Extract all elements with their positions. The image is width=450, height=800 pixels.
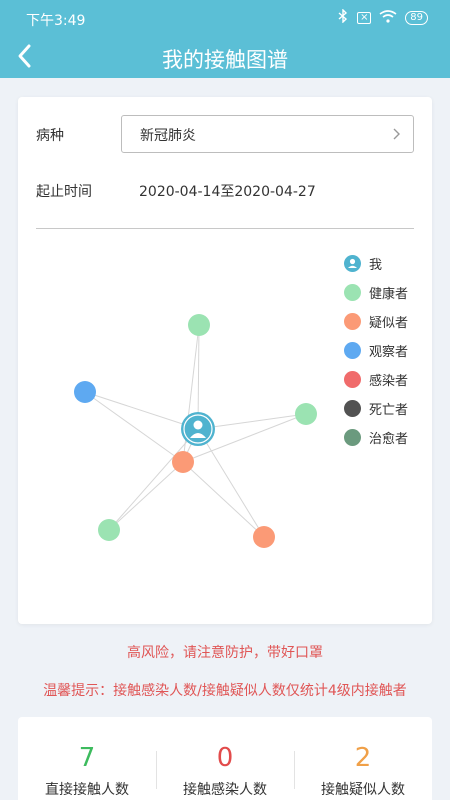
legend-item: 疑似者	[344, 307, 408, 336]
graph-node[interactable]	[253, 526, 275, 548]
legend-label: 治愈者	[369, 432, 409, 447]
legend-item: 健康者	[344, 278, 408, 307]
battery-icon: 89	[405, 10, 428, 25]
graph-node[interactable]	[188, 314, 210, 336]
legend-dot-icon	[344, 400, 361, 417]
risk-warning: 高风险，请注意防护，带好口罩	[127, 645, 323, 661]
stat-label: 直接接触人数	[45, 782, 129, 798]
graph-node[interactable]	[98, 519, 120, 541]
stats-panel: 7 直接接触人数 0 接触感染人数 2 接触疑似人数	[18, 717, 432, 800]
graph-node[interactable]	[74, 381, 96, 403]
status-icons: × 89	[337, 8, 428, 26]
graph-edge	[197, 428, 265, 538]
legend-dot-icon	[344, 342, 361, 359]
stat-suspected-contacts: 2 接触疑似人数	[294, 717, 432, 799]
legend-dot-icon	[344, 313, 361, 330]
stat-direct-contacts: 7 直接接触人数	[18, 717, 156, 799]
legend-item: 我	[344, 249, 408, 278]
graph-node[interactable]	[172, 451, 194, 473]
page-title: 我的接触图谱	[162, 48, 288, 72]
bluetooth-icon	[337, 8, 349, 26]
legend-dot-icon	[344, 429, 361, 446]
legend-item: 死亡者	[344, 394, 408, 423]
legend-dot-icon	[344, 371, 361, 388]
status-bar: 下午3:49 × 89	[0, 0, 450, 38]
status-time: 下午3:49	[26, 13, 86, 29]
no-sim-icon: ×	[357, 11, 372, 24]
graph-node[interactable]	[295, 403, 317, 425]
stat-label: 接触疑似人数	[321, 782, 405, 798]
legend-label: 观察者	[369, 345, 409, 360]
legend-user-icon	[344, 255, 361, 272]
stat-label: 接触感染人数	[183, 782, 267, 798]
graph-edge	[182, 461, 265, 538]
legend-label: 死亡者	[369, 403, 409, 418]
contact-graph-card: 病种 新冠肺炎 起止时间 2020-04-14至2020-04-27 我健康者疑…	[18, 97, 432, 624]
legend-dot-icon	[344, 284, 361, 301]
graph-legend: 我健康者疑似者观察者感染者死亡者治愈者	[344, 249, 408, 452]
nav-bar: 我的接触图谱	[0, 38, 450, 78]
legend-label: 我	[369, 258, 383, 273]
graph-edge	[84, 391, 199, 430]
stat-value: 2	[354, 743, 372, 773]
legend-item: 感染者	[344, 365, 408, 394]
legend-item: 观察者	[344, 336, 408, 365]
legend-label: 疑似者	[369, 316, 409, 331]
wifi-icon	[379, 9, 397, 26]
tip-warning: 温馨提示：接触感染人数/接触疑似人数仅统计4级内接触者	[43, 683, 407, 699]
stat-infected-contacts: 0 接触感染人数	[156, 717, 294, 799]
legend-item: 治愈者	[344, 423, 408, 452]
legend-label: 健康者	[369, 287, 409, 302]
stat-value: 0	[216, 743, 234, 773]
graph-edge	[108, 461, 184, 531]
legend-label: 感染者	[369, 374, 409, 389]
stat-value: 7	[78, 743, 96, 773]
graph-edge	[84, 391, 184, 463]
